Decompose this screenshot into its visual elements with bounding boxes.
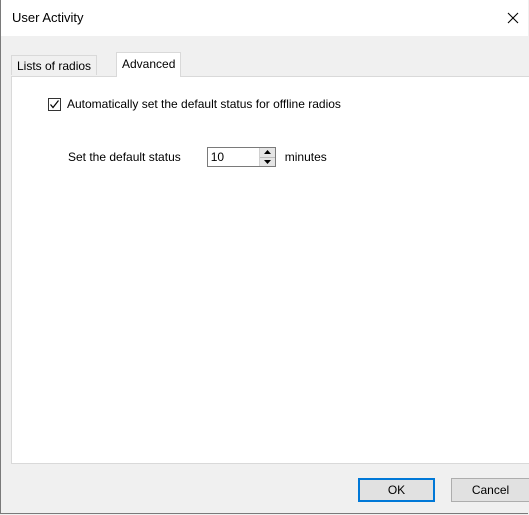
spin-down-arrow-icon: [263, 159, 271, 164]
default-status-row: Set the default status minu: [68, 147, 327, 167]
auto-default-status-option[interactable]: Automatically set the default status for…: [48, 97, 341, 111]
close-button[interactable]: [498, 0, 528, 36]
minutes-label: minutes: [284, 150, 327, 164]
spin-up-arrow-icon: [263, 150, 271, 155]
advanced-tab-panel: Automatically set the default status for…: [11, 76, 529, 464]
spin-up-button[interactable]: [259, 148, 275, 158]
auto-default-status-checkbox[interactable]: [48, 97, 61, 111]
spin-down-button[interactable]: [259, 157, 275, 166]
tab-label: Lists of radios: [17, 59, 92, 73]
checkmark-icon: [50, 99, 59, 108]
tab-advanced[interactable]: Advanced: [116, 52, 182, 77]
user-activity-dialog: User Activity Lists of radios Advanced A…: [0, 0, 529, 514]
default-status-spinner[interactable]: [206, 147, 276, 167]
ok-button[interactable]: OK: [358, 478, 435, 502]
tab-label: Advanced: [122, 57, 176, 71]
tab-lists-of-radios[interactable]: Lists of radios: [11, 55, 98, 75]
spinner-buttons: [258, 148, 275, 166]
close-icon: [507, 12, 519, 24]
default-status-input[interactable]: [207, 148, 259, 166]
cancel-button[interactable]: Cancel: [451, 478, 529, 502]
title-bar: User Activity: [1, 0, 528, 36]
auto-default-status-label: Automatically set the default status for…: [67, 97, 341, 111]
default-status-label: Set the default status: [68, 150, 181, 164]
window-title: User Activity: [12, 10, 84, 25]
